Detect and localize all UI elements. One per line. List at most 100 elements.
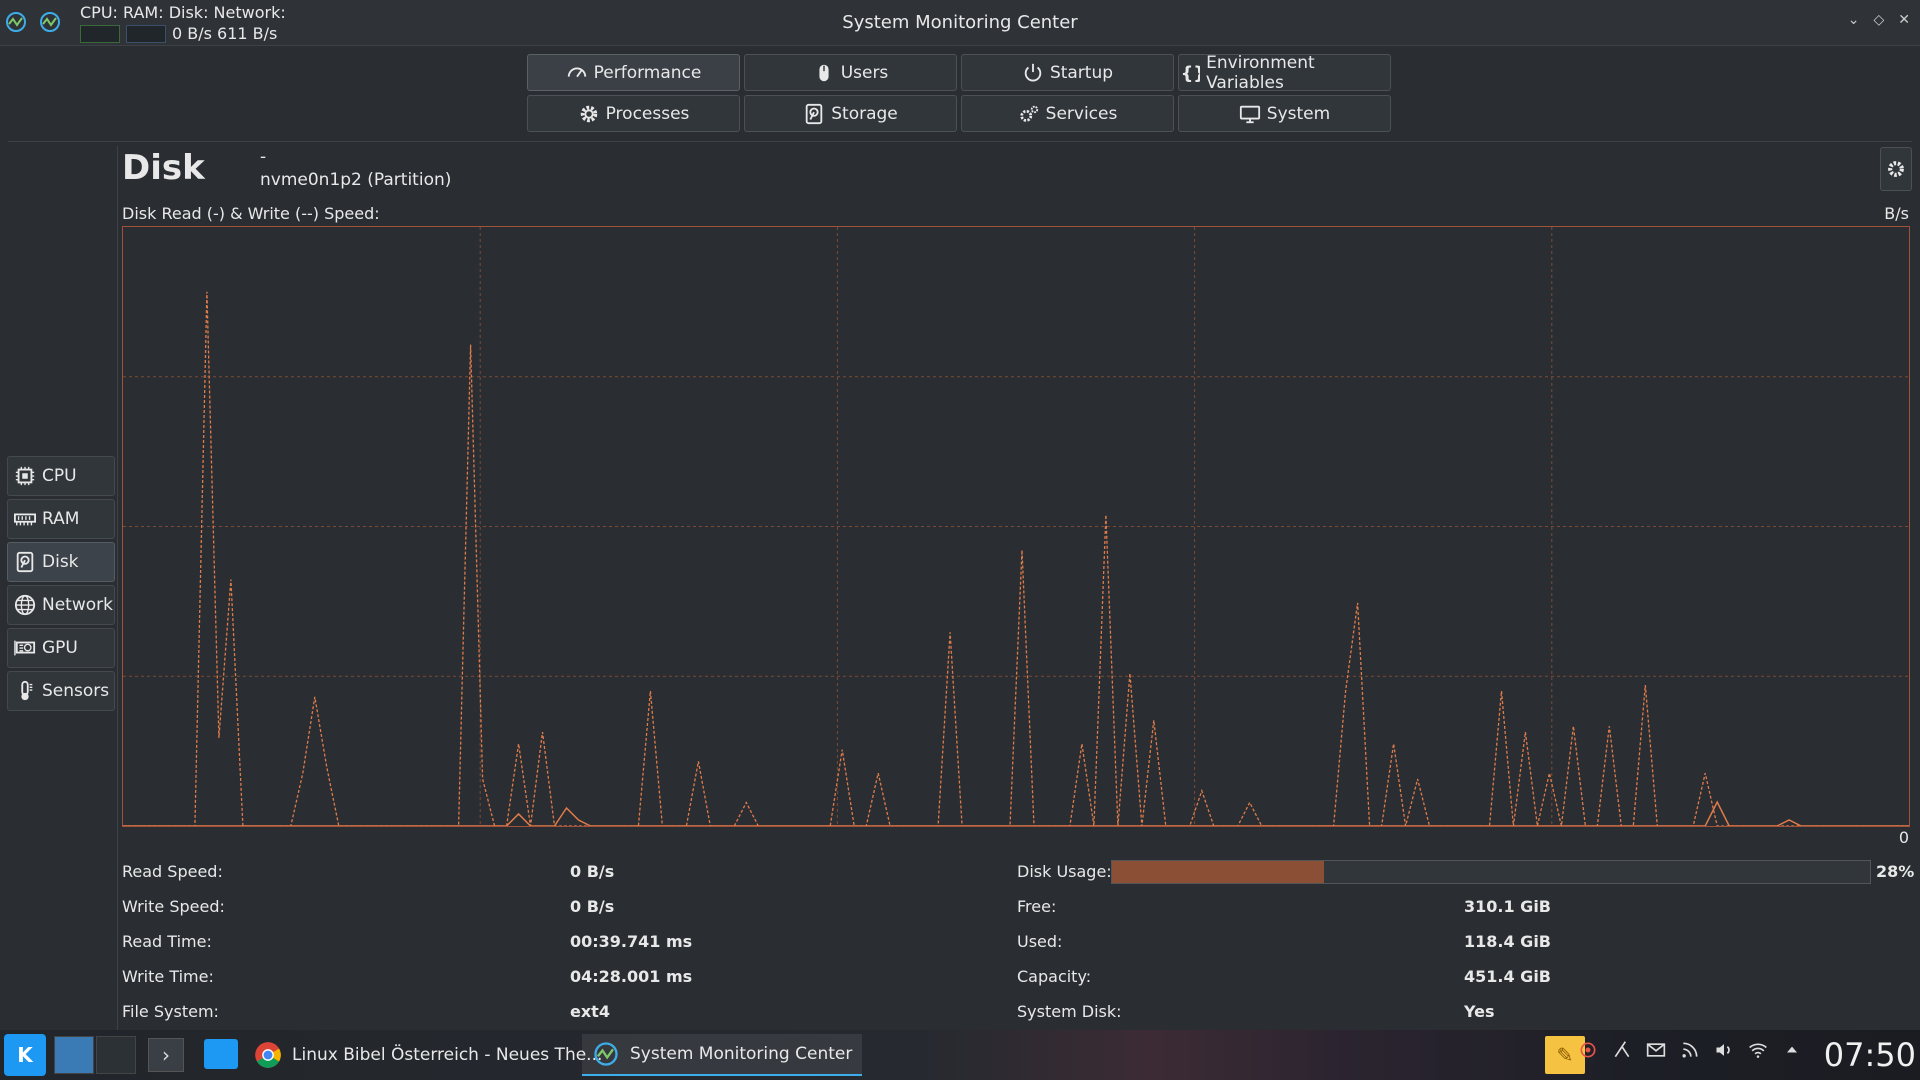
sidebar-item-label: RAM (42, 509, 80, 529)
sidebar-item-disk[interactable]: Disk (7, 542, 115, 582)
title-bar: CPU: RAM: Disk: Network: 0 B/s 611 B/s S… (0, 0, 1920, 46)
clock[interactable]: 07:50 (1824, 1036, 1916, 1074)
main-tabs: Performance Users Startup {} Environment… (527, 52, 1393, 132)
svg-text:{}: {} (1181, 64, 1200, 84)
window-title: System Monitoring Center (842, 12, 1078, 33)
sidebar-item-gpu[interactable]: GPU (7, 628, 115, 668)
read-speed-label: Read Speed: (122, 862, 223, 881)
tab-label: Storage (831, 103, 898, 124)
tab-system[interactable]: System (1178, 95, 1391, 132)
file-system-label: File System: (122, 1002, 219, 1021)
read-speed-line (123, 800, 1909, 826)
disk-icon (16, 551, 34, 573)
monitor-app-icon (594, 1042, 618, 1066)
braces-icon: {} (1181, 64, 1200, 84)
tab-label: Environment Variables (1206, 52, 1315, 93)
tab-label: Performance (593, 62, 702, 83)
write-time-value: 04:28.001 ms (570, 967, 693, 986)
tab-environment-variables[interactable]: {} Environment Variables (1178, 52, 1391, 93)
used-value: 118.4 GiB (1464, 932, 1551, 951)
sidebar-item-label: CPU (42, 466, 77, 486)
wifi-icon[interactable] (1748, 1040, 1768, 1060)
write-time-label: Write Time: (122, 967, 214, 986)
chart-svg (123, 227, 1909, 826)
terminal-launcher[interactable]: › (148, 1038, 184, 1072)
tab-storage[interactable]: Storage (744, 95, 957, 132)
start-menu-button[interactable]: K (4, 1034, 46, 1076)
system-disk-value: Yes (1464, 1002, 1495, 1021)
disk-usage-fill (1112, 861, 1325, 883)
read-speed-value: 0 B/s (570, 862, 615, 881)
tab-label: Startup (1049, 62, 1114, 83)
pager-desktop-1[interactable] (54, 1036, 94, 1074)
file-manager-launcher[interactable] (204, 1039, 238, 1069)
chrome-icon (255, 1042, 281, 1068)
gear-icon (1888, 161, 1904, 177)
free-label: Free: (1017, 897, 1057, 916)
chart-label: Disk Read (-) & Write (--) Speed: (122, 204, 380, 223)
gpu-icon (14, 640, 36, 656)
tray-expand-icon[interactable] (1782, 1040, 1802, 1060)
disk-device: nvme0n1p2 (Partition) (260, 170, 452, 190)
tab-services[interactable]: Services (961, 95, 1174, 132)
write-speed-line (123, 291, 1909, 826)
read-time-value: 00:39.741 ms (570, 932, 693, 951)
vpn-icon[interactable] (1578, 1040, 1598, 1060)
sidebar-item-ram[interactable]: RAM (7, 499, 115, 539)
used-label: Used: (1017, 932, 1063, 951)
mail-icon[interactable] (1646, 1040, 1666, 1060)
rss-icon[interactable] (1680, 1040, 1700, 1060)
free-value: 310.1 GiB (1464, 897, 1551, 916)
monitor-icon (1239, 105, 1260, 123)
tab-users[interactable]: Users (744, 54, 957, 91)
disk-usage-bar (1111, 860, 1871, 884)
volume-icon[interactable] (1714, 1040, 1734, 1060)
sidebar-divider (117, 146, 118, 1030)
maximize-icon[interactable]: ◇ (1873, 12, 1884, 28)
tab-label: Services (1045, 103, 1118, 124)
gear-icon (580, 105, 597, 122)
task-browser[interactable]: Linux Bibel Österreich - Neues The... (244, 1034, 612, 1076)
disk-speed-chart (122, 226, 1910, 827)
settings-button[interactable] (1880, 147, 1912, 191)
sidebar: CPU RAM Disk Network GPU Sensors (7, 456, 115, 711)
sidebar-item-label: Disk (42, 552, 79, 572)
task-system-monitor[interactable]: System Monitoring Center (582, 1034, 863, 1076)
capacity-value: 451.4 GiB (1464, 967, 1551, 986)
pager-desktop-2[interactable] (96, 1036, 136, 1074)
sidebar-item-network[interactable]: Network (7, 585, 115, 625)
minimize-icon[interactable]: ⌄ (1848, 12, 1860, 28)
sidebar-item-sensors[interactable]: Sensors (7, 671, 115, 711)
kdeconnect-icon[interactable] (1612, 1040, 1632, 1060)
page-title: Disk (122, 148, 205, 188)
tab-label: Processes (605, 103, 690, 124)
system-tray (1578, 1040, 1802, 1060)
tab-processes[interactable]: Processes (527, 95, 740, 132)
file-system-value: ext4 (570, 1002, 610, 1021)
disk-icon (805, 103, 823, 124)
separator (8, 141, 1912, 142)
chevron-right-icon: › (162, 1043, 170, 1067)
close-icon[interactable]: ✕ (1898, 12, 1910, 28)
task-label: Linux Bibel Österreich - Neues The... (292, 1045, 603, 1065)
gauge-icon (567, 67, 586, 77)
sidebar-item-cpu[interactable]: CPU (7, 456, 115, 496)
mouse-icon (819, 64, 829, 81)
tab-startup[interactable]: Startup (961, 54, 1174, 91)
kde-logo-icon: K (17, 1043, 33, 1067)
pencil-icon: ✎ (1556, 1043, 1574, 1067)
globe-icon (14, 594, 36, 616)
tab-performance[interactable]: Performance (527, 54, 740, 91)
system-disk-label: System Disk: (1017, 1002, 1122, 1021)
read-time-label: Read Time: (122, 932, 212, 951)
tab-label: System (1266, 103, 1331, 124)
taskbar: K › Linux Bibel Österreich - Neues The..… (0, 1030, 1920, 1080)
chart-unit: B/s (1884, 204, 1909, 223)
write-speed-value: 0 B/s (570, 897, 615, 916)
power-icon (1024, 63, 1042, 81)
ram-icon (14, 513, 36, 526)
gears-icon (1019, 105, 1038, 122)
disk-usage-percent: 28% (1876, 862, 1915, 881)
sidebar-item-label: GPU (42, 638, 78, 658)
thermometer-icon (21, 680, 33, 701)
